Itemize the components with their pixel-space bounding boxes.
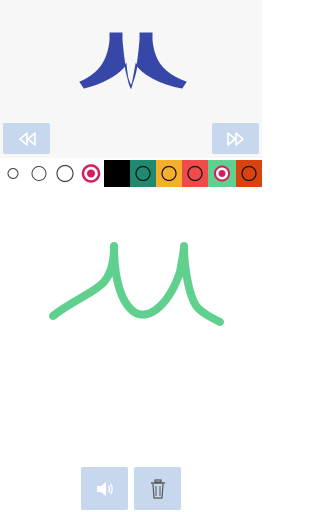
fast-forward-icon: [226, 131, 244, 146]
brush-size-1[interactable]: [0, 160, 26, 187]
color-swatch-orange-red[interactable]: [236, 160, 262, 187]
brush-size-selected-icon: [81, 164, 101, 183]
clear-button[interactable]: [134, 467, 181, 510]
ring-icon: [187, 165, 203, 182]
ring-icon: [161, 165, 177, 182]
color-swatch-black[interactable]: [104, 160, 130, 187]
color-swatch-amber[interactable]: [156, 160, 182, 187]
reference-area: [0, 0, 262, 158]
brush-size-4[interactable]: [78, 160, 104, 187]
next-button[interactable]: [212, 123, 259, 154]
color-swatch-red[interactable]: [182, 160, 208, 187]
brush-size-large-icon: [56, 164, 74, 183]
user-stroke: [49, 242, 224, 326]
brush-palette: [0, 160, 262, 187]
brush-size-2[interactable]: [26, 160, 52, 187]
m-letter-glyph-icon: [79, 32, 187, 90]
selected-ring-icon: [214, 165, 230, 182]
brush-size-small-icon: [7, 168, 19, 179]
speaker-icon: [96, 481, 113, 496]
ring-icon: [135, 165, 151, 182]
brush-size-3[interactable]: [52, 160, 78, 187]
sound-button[interactable]: [81, 467, 128, 510]
ring-icon: [241, 165, 257, 182]
rewind-icon: [18, 131, 36, 146]
previous-button[interactable]: [3, 123, 50, 154]
drawing-canvas[interactable]: [0, 190, 262, 455]
color-swatch-mint-green[interactable]: [208, 160, 236, 187]
color-swatch-teal[interactable]: [130, 160, 156, 187]
brush-size-medium-icon: [31, 166, 47, 181]
trash-icon: [150, 478, 165, 499]
